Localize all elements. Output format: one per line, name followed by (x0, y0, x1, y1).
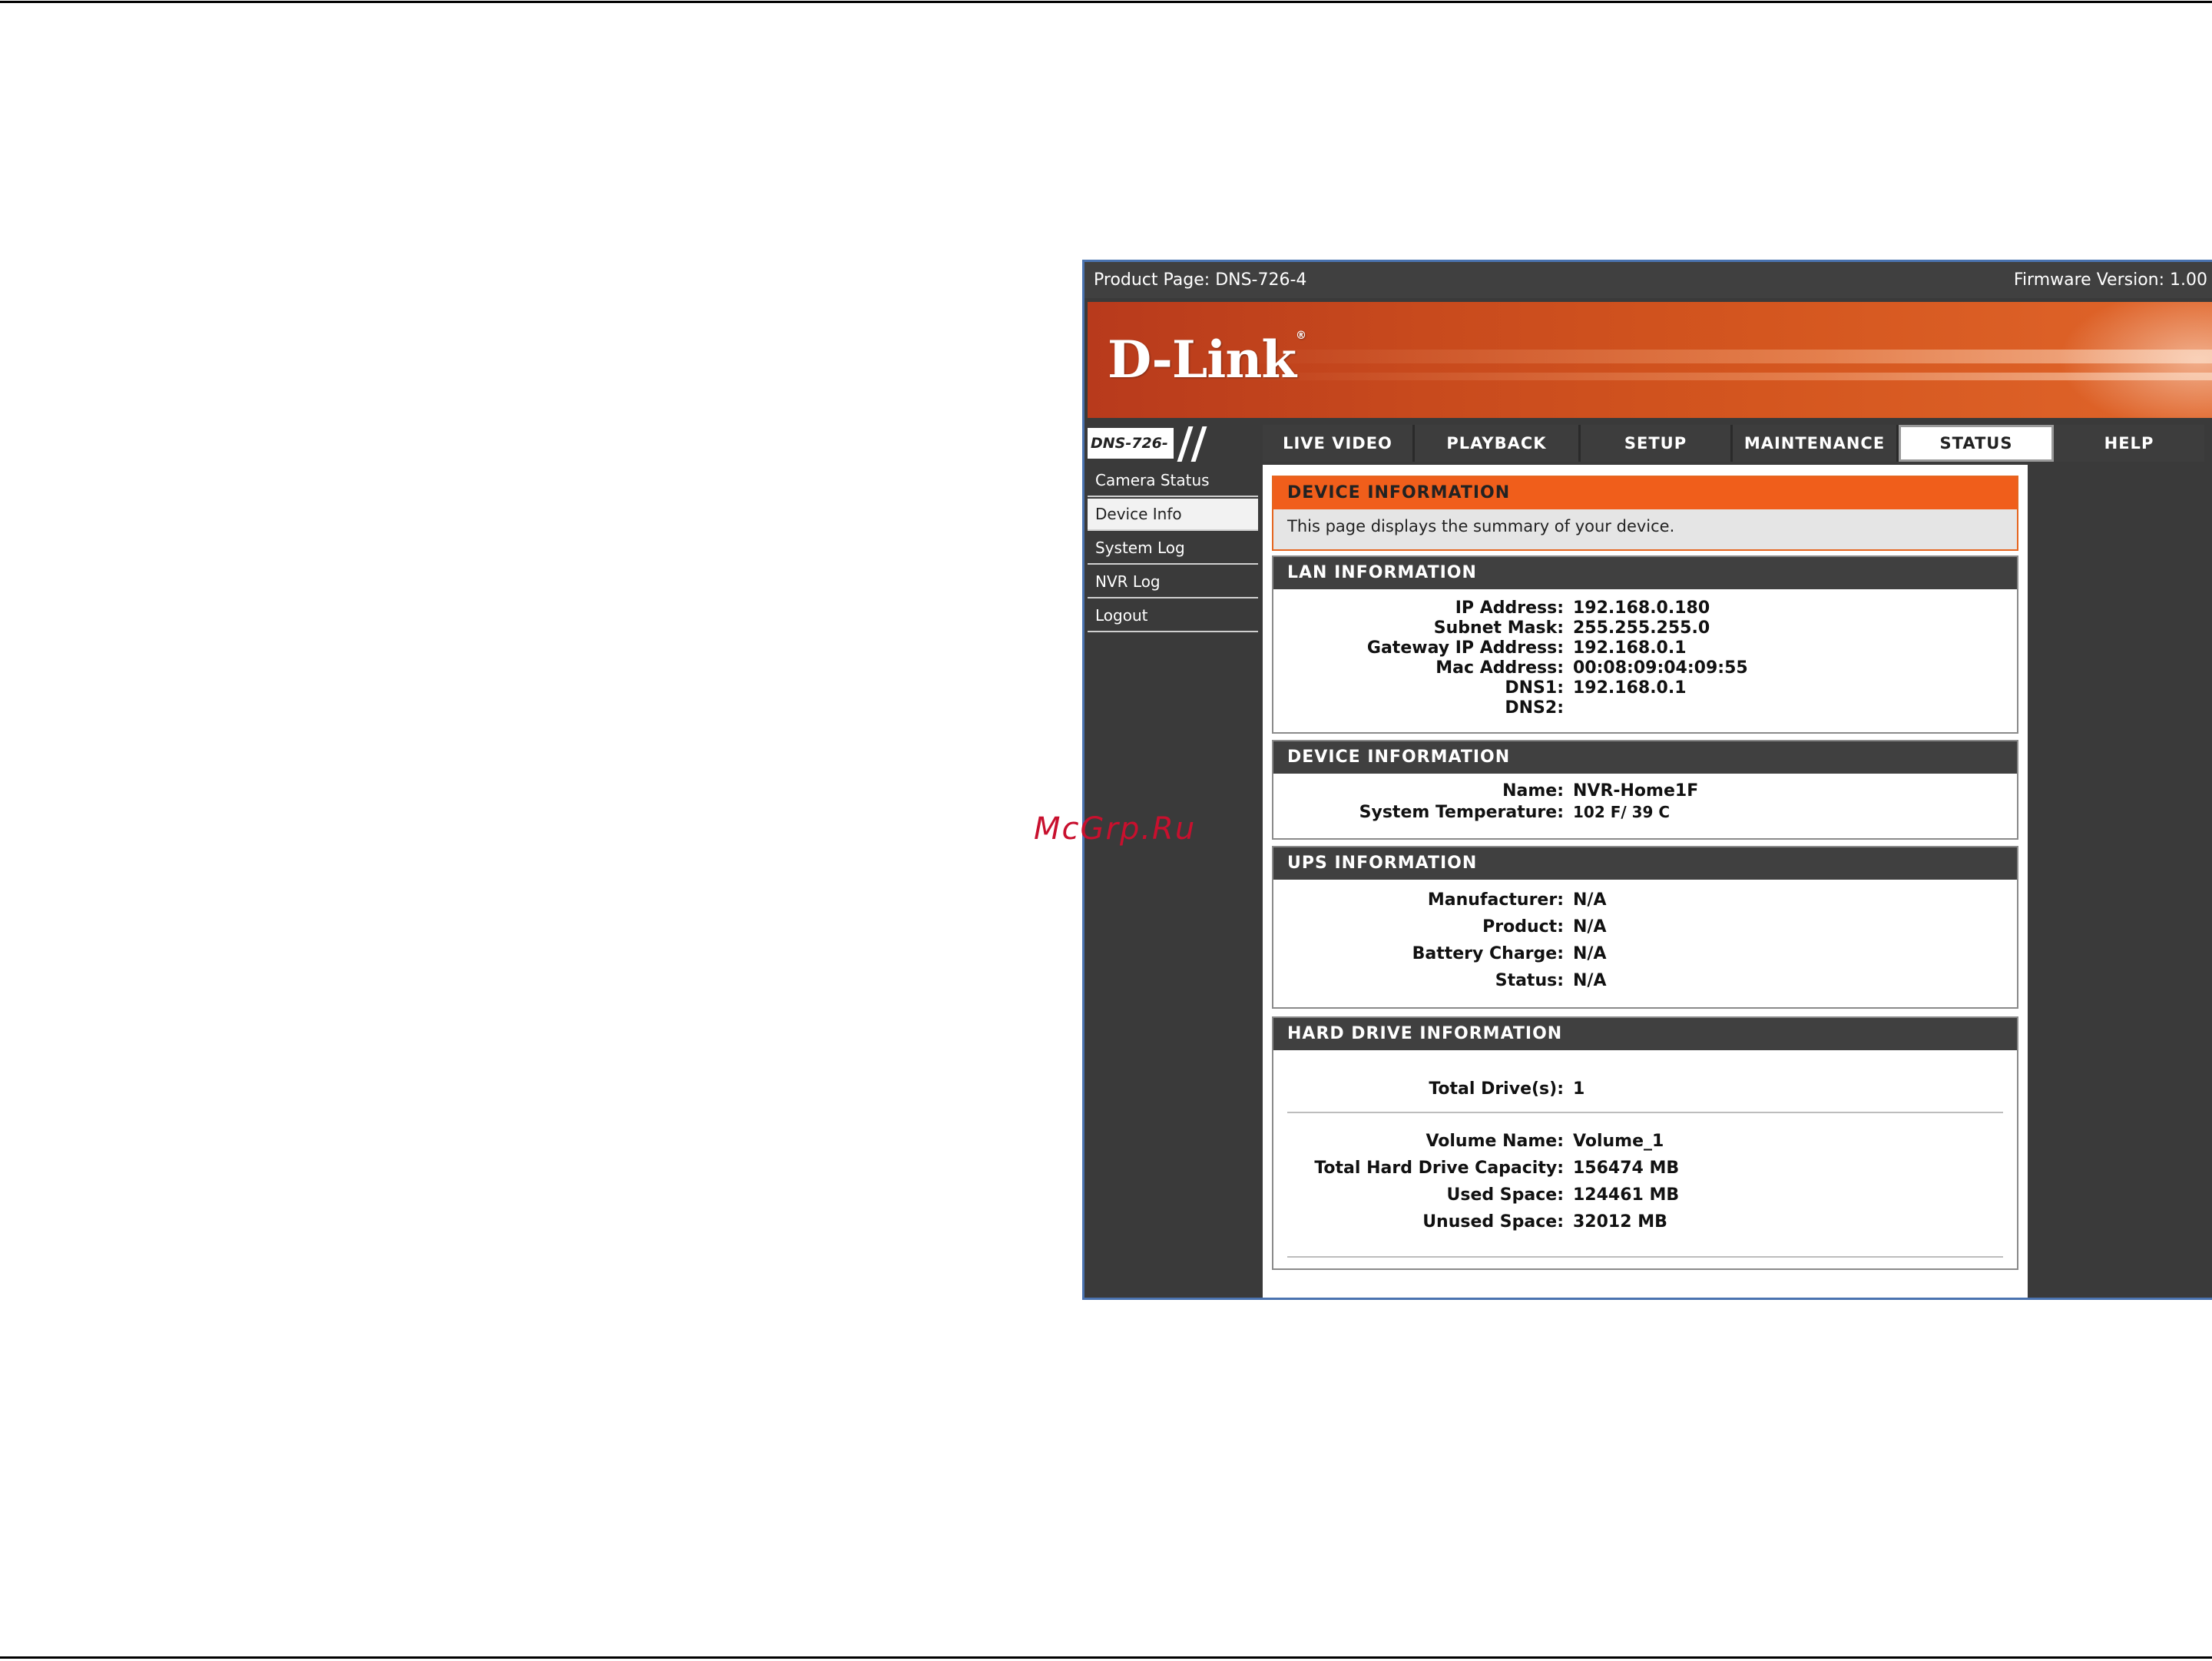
watermark-text: McGrp.Ru (1034, 811, 1197, 847)
kv-row: Total Hard Drive Capacity: 156474 MB (1273, 1159, 2017, 1185)
kv-row: Gateway IP Address: 192.168.0.1 (1273, 638, 2017, 658)
kv-row: Total Drive(s): 1 (1273, 1079, 2017, 1107)
page-bottom-rule (0, 1656, 2212, 1659)
brand-banner: D-Link® (1088, 302, 2212, 418)
field-label: Name: (1502, 781, 1564, 801)
product-page-label: Product Page: DNS-726-4 (1094, 270, 1307, 290)
section-title: LAN INFORMATION (1273, 557, 2017, 589)
kv-row: System Temperature: 102 F/ 39 C (1273, 803, 2017, 824)
field-value: 192.168.0.180 (1573, 598, 1710, 618)
kv-row: Product: N/A (1273, 917, 2017, 944)
tab-live-video[interactable]: LIVE VIDEO (1263, 425, 1415, 462)
field-value: 00:08:09:04:09:55 (1573, 658, 1748, 678)
kv-row: Battery Charge: N/A (1273, 944, 2017, 971)
lan-information-panel: LAN INFORMATION IP Address: 192.168.0.180… (1272, 555, 2018, 734)
model-number: DNS-726-4 (1088, 428, 1174, 482)
kv-row: Status: N/A (1273, 971, 2017, 998)
sidebar-item-nvr-log[interactable]: NVR Log (1088, 566, 1258, 598)
kv-row: Volume Name: Volume_1 (1273, 1132, 2017, 1159)
field-label: Status: (1495, 971, 1564, 990)
field-value: 102 F/ 39 C (1573, 803, 1671, 821)
main-content: DEVICE INFORMATION This page displays th… (1263, 465, 2028, 1298)
field-value: 192.168.0.1 (1573, 678, 1687, 698)
intro-description: This page displays the summary of your d… (1287, 517, 1675, 535)
kv-row: Mac Address: 00:08:09:04:09:55 (1273, 658, 2017, 678)
main-navigation: DNS-726-4 LIVE VIDEO PLAYBACK SETUP MAIN… (1088, 423, 2212, 482)
section-divider (1287, 1112, 2003, 1113)
page-title: DEVICE INFORMATION (1273, 477, 2017, 509)
field-label: DNS1: (1505, 678, 1564, 698)
field-value: NVR-Home1F (1573, 781, 1699, 801)
slash-decoration (1190, 426, 1207, 462)
section-divider (1287, 1256, 2003, 1258)
field-value: N/A (1573, 890, 1607, 910)
browser-window: Product Page: DNS-726-4 Firmware Version… (1082, 260, 2212, 1300)
field-label: IP Address: (1455, 598, 1564, 618)
sidebar-item-system-log[interactable]: System Log (1088, 532, 1258, 565)
sidebar: Camera Status Device Info System Log NVR… (1088, 465, 1258, 634)
banner-swoosh (2058, 302, 2212, 418)
tab-status[interactable]: STATUS (1899, 425, 2054, 462)
sidebar-item-device-info[interactable]: Device Info (1088, 499, 1258, 531)
kv-row: Name: NVR-Home1F (1273, 781, 2017, 803)
hard-drive-information-panel: HARD DRIVE INFORMATION Total Drive(s): 1 … (1272, 1016, 2018, 1270)
right-pane (2028, 465, 2212, 1298)
field-label: System Temperature: (1359, 803, 1564, 822)
model-badge: DNS-726-4 (1088, 425, 1258, 482)
field-label: DNS2: (1505, 698, 1564, 718)
field-label: Total Hard Drive Capacity: (1314, 1159, 1564, 1178)
sidebar-item-camera-status[interactable]: Camera Status (1088, 465, 1258, 497)
firmware-version: Firmware Version: 1.00 (2013, 270, 2207, 290)
slash-decoration (1177, 426, 1194, 462)
kv-row: Manufacturer: N/A (1273, 890, 2017, 917)
kv-row: Used Space: 124461 MB (1273, 1185, 2017, 1212)
field-value: 255.255.255.0 (1573, 618, 1710, 638)
tab-playback[interactable]: PLAYBACK (1415, 425, 1581, 462)
field-label: Total Drive(s): (1429, 1079, 1564, 1099)
field-label: Subnet Mask: (1433, 618, 1564, 638)
kv-row: Unused Space: 32012 MB (1273, 1212, 2017, 1239)
dlink-logo: D-Link® (1108, 330, 1306, 390)
section-title: DEVICE INFORMATION (1273, 741, 2017, 774)
tab-bar: LIVE VIDEO PLAYBACK SETUP MAINTENANCE ST… (1263, 425, 2204, 462)
tab-help[interactable]: HELP (2054, 425, 2204, 462)
field-value: 124461 MB (1573, 1185, 1680, 1205)
field-label: Gateway IP Address: (1366, 638, 1564, 658)
field-value: 156474 MB (1573, 1159, 1680, 1178)
kv-row: Subnet Mask: 255.255.255.0 (1273, 618, 2017, 638)
field-label: Unused Space: (1422, 1212, 1564, 1232)
field-label: Volume Name: (1426, 1132, 1564, 1151)
page-top-rule (0, 1, 2212, 3)
field-value: 192.168.0.1 (1573, 638, 1687, 658)
field-value: N/A (1573, 971, 1607, 990)
device-information-panel: DEVICE INFORMATION Name: NVR-Home1F Syste… (1272, 740, 2018, 840)
kv-row: IP Address: 192.168.0.180 (1273, 598, 2017, 618)
field-label: Product: (1482, 917, 1564, 937)
intro-panel: DEVICE INFORMATION This page displays th… (1272, 476, 2018, 551)
field-label: Battery Charge: (1412, 944, 1564, 963)
tab-setup[interactable]: SETUP (1581, 425, 1733, 462)
field-value: N/A (1573, 944, 1607, 963)
field-label: Used Space: (1446, 1185, 1565, 1205)
section-title: UPS INFORMATION (1273, 847, 2017, 880)
kv-row: DNS2: (1273, 698, 2017, 718)
field-value: 32012 MB (1573, 1212, 1667, 1232)
field-value: Volume_1 (1573, 1132, 1664, 1151)
field-value: 1 (1573, 1079, 1585, 1099)
field-value: N/A (1573, 917, 1607, 937)
product-bar: Product Page: DNS-726-4 Firmware Version… (1084, 262, 2212, 298)
section-title: HARD DRIVE INFORMATION (1273, 1018, 2017, 1050)
tab-maintenance[interactable]: MAINTENANCE (1733, 425, 1899, 462)
field-label: Manufacturer: (1427, 890, 1564, 910)
sidebar-item-logout[interactable]: Logout (1088, 600, 1258, 632)
field-label: Mac Address: (1435, 658, 1564, 678)
kv-row: DNS1: 192.168.0.1 (1273, 678, 2017, 698)
ups-information-panel: UPS INFORMATION Manufacturer: N/A Product… (1272, 846, 2018, 1009)
